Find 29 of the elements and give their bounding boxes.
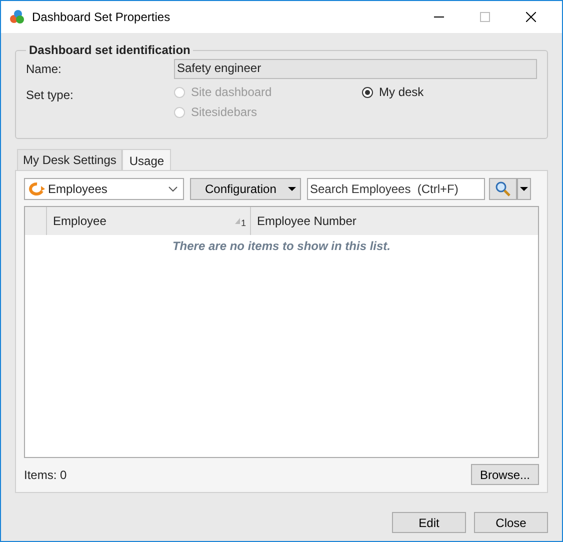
sort-ascending-icon xyxy=(234,218,240,224)
window-title: Dashboard Set Properties xyxy=(32,10,170,24)
caret-icon xyxy=(520,187,528,191)
search-options-button[interactable] xyxy=(517,178,531,200)
set-type-radio[interactable]: My desk xyxy=(362,85,424,99)
tab[interactable]: Usage xyxy=(122,149,172,171)
search-icon xyxy=(495,181,511,197)
close-icon[interactable] xyxy=(526,12,536,22)
search-field[interactable]: Search Employees (Ctrl+F) xyxy=(307,178,485,200)
set-type-label: Set type: xyxy=(26,87,74,102)
entity-dropdown[interactable]: Employees xyxy=(24,178,184,200)
group-title: Dashboard set identification xyxy=(28,43,192,57)
search-button[interactable] xyxy=(489,178,517,200)
chevron-icon xyxy=(168,186,178,192)
app-logo-icon xyxy=(9,10,25,24)
sort-order: 1 xyxy=(240,219,246,228)
name-label: Name: xyxy=(26,61,62,76)
caret-icon xyxy=(288,187,296,191)
column-header[interactable]: Employee 1 xyxy=(47,207,251,235)
dialog-button[interactable]: Edit xyxy=(392,512,466,533)
tab[interactable]: My Desk Settings xyxy=(17,149,122,170)
configuration-button[interactable]: Configuration xyxy=(190,178,301,200)
browse-button[interactable]: Browse... xyxy=(470,464,539,485)
name-field[interactable]: Safety engineer xyxy=(174,59,537,79)
entity-icon xyxy=(28,182,46,196)
dialog-button[interactable]: Close xyxy=(474,512,548,533)
empty-message: There are no items to show in this list. xyxy=(171,239,392,253)
items-count: Items: 0 xyxy=(24,468,67,482)
column-header[interactable]: Employee Number xyxy=(251,207,538,235)
